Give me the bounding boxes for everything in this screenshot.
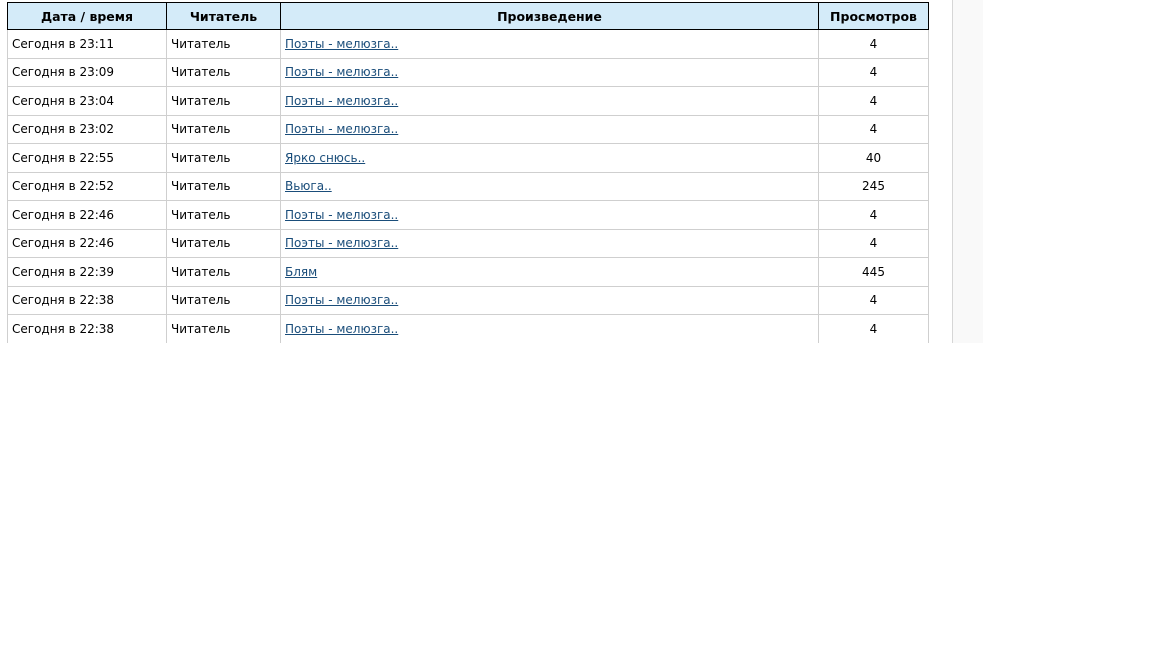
- cell-views: 4: [818, 286, 929, 315]
- table-row: Сегодня в 22:46 Читатель Поэты - мелюзга..…: [7, 200, 929, 230]
- cell-reader: Читатель: [166, 115, 281, 144]
- work-link[interactable]: Поэты - мелюзга..: [285, 37, 398, 51]
- table-row: Сегодня в 22:52 Читатель Вьюга.. 245: [7, 172, 929, 201]
- work-link[interactable]: Ярко снюсь..: [285, 151, 365, 165]
- cell-views: 4: [818, 58, 929, 87]
- cell-reader: Читатель: [166, 314, 281, 343]
- cell-work: Вьюга..: [280, 172, 819, 201]
- cell-views: 4: [818, 314, 929, 343]
- table-row: Сегодня в 22:38 Читатель Поэты - мелюзга..…: [7, 286, 929, 315]
- work-link[interactable]: Вьюга..: [285, 179, 332, 193]
- work-link[interactable]: Поэты - мелюзга..: [285, 322, 398, 336]
- cell-datetime: Сегодня в 22:38: [7, 286, 167, 315]
- cell-views: 4: [818, 200, 929, 230]
- cell-work: Поэты - мелюзга..: [280, 229, 819, 258]
- right-sidebar-edge: [952, 0, 983, 343]
- work-link[interactable]: Поэты - мелюзга..: [285, 94, 398, 108]
- cell-datetime: Сегодня в 23:09: [7, 58, 167, 87]
- work-link[interactable]: Поэты - мелюзга..: [285, 65, 398, 79]
- cell-work: Блям: [280, 257, 819, 287]
- table-row: Сегодня в 23:04 Читатель Поэты - мелюзга..…: [7, 86, 929, 116]
- cell-views: 4: [818, 86, 929, 116]
- work-link[interactable]: Поэты - мелюзга..: [285, 293, 398, 307]
- cell-work: Ярко снюсь..: [280, 143, 819, 173]
- column-header-datetime: Дата / время: [7, 2, 167, 30]
- cell-views: 4: [818, 229, 929, 258]
- cell-views: 4: [818, 115, 929, 144]
- cell-reader: Читатель: [166, 229, 281, 258]
- cell-work: Поэты - мелюзга..: [280, 314, 819, 343]
- cell-datetime: Сегодня в 23:04: [7, 86, 167, 116]
- column-header-reader: Читатель: [166, 2, 281, 30]
- cell-views: 245: [818, 172, 929, 201]
- work-link[interactable]: Блям: [285, 265, 317, 279]
- cell-reader: Читатель: [166, 286, 281, 315]
- cell-work: Поэты - мелюзга..: [280, 29, 819, 59]
- cell-reader: Читатель: [166, 172, 281, 201]
- cell-datetime: Сегодня в 22:38: [7, 314, 167, 343]
- table-row: Сегодня в 23:02 Читатель Поэты - мелюзга..…: [7, 115, 929, 144]
- column-header-views: Просмотров: [818, 2, 929, 30]
- work-link[interactable]: Поэты - мелюзга..: [285, 208, 398, 222]
- table-header-row: Дата / время Читатель Произведение Просм…: [7, 2, 929, 30]
- table-row: Сегодня в 22:39 Читатель Блям 445: [7, 257, 929, 287]
- readers-table: Дата / время Читатель Произведение Просм…: [7, 2, 929, 343]
- cell-reader: Читатель: [166, 200, 281, 230]
- cell-reader: Читатель: [166, 86, 281, 116]
- cell-reader: Читатель: [166, 58, 281, 87]
- page-viewport: Дата / время Читатель Произведение Просм…: [0, 0, 1152, 343]
- cell-views: 445: [818, 257, 929, 287]
- cell-datetime: Сегодня в 22:46: [7, 200, 167, 230]
- cell-datetime: Сегодня в 22:46: [7, 229, 167, 258]
- cell-datetime: Сегодня в 22:39: [7, 257, 167, 287]
- work-link[interactable]: Поэты - мелюзга..: [285, 236, 398, 250]
- cell-work: Поэты - мелюзга..: [280, 286, 819, 315]
- cell-work: Поэты - мелюзга..: [280, 200, 819, 230]
- table-row: Сегодня в 23:11 Читатель Поэты - мелюзга..…: [7, 29, 929, 59]
- cell-datetime: Сегодня в 22:55: [7, 143, 167, 173]
- table-row: Сегодня в 22:38 Читатель Поэты - мелюзга..…: [7, 314, 929, 343]
- cell-work: Поэты - мелюзга..: [280, 58, 819, 87]
- cell-reader: Читатель: [166, 143, 281, 173]
- cell-views: 40: [818, 143, 929, 173]
- cell-work: Поэты - мелюзга..: [280, 115, 819, 144]
- cell-datetime: Сегодня в 23:11: [7, 29, 167, 59]
- column-header-work: Произведение: [280, 2, 819, 30]
- table-row: Сегодня в 22:46 Читатель Поэты - мелюзга..…: [7, 229, 929, 258]
- table-row: Сегодня в 22:55 Читатель Ярко снюсь.. 40: [7, 143, 929, 173]
- cell-datetime: Сегодня в 22:52: [7, 172, 167, 201]
- work-link[interactable]: Поэты - мелюзга..: [285, 122, 398, 136]
- cell-reader: Читатель: [166, 29, 281, 59]
- cell-datetime: Сегодня в 23:02: [7, 115, 167, 144]
- table-row: Сегодня в 23:09 Читатель Поэты - мелюзга..…: [7, 58, 929, 87]
- cell-reader: Читатель: [166, 257, 281, 287]
- cell-views: 4: [818, 29, 929, 59]
- cell-work: Поэты - мелюзга..: [280, 86, 819, 116]
